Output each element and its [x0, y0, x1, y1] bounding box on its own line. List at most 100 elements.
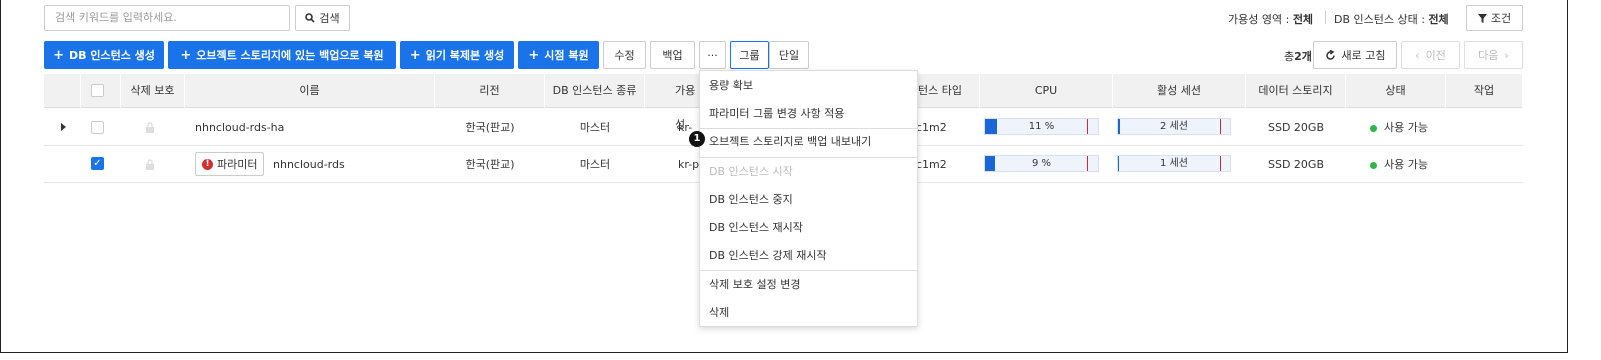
cpu-meter: 11 % [984, 118, 1099, 135]
th-delete-protect[interactable]: 삭제 보호 [121, 74, 185, 108]
create-db-instance-label: DB 인스턴스 생성 [69, 49, 155, 62]
refresh-button[interactable]: 새로 고침 [1313, 41, 1397, 69]
more-actions-menu: 용량 확보 파라미터 그룹 변경 사항 적용 오브젝트 스토리지로 백업 내보내… [699, 70, 918, 327]
create-read-replica-label: 읽기 복제본 생성 [425, 49, 505, 62]
availability-filter-label: 가용성 영역 : [1228, 13, 1290, 26]
refresh-label: 새로 고침 [1341, 49, 1386, 62]
status-text: 사용 가능 [1384, 158, 1428, 171]
cpu-meter-label: 9 % [1031, 158, 1052, 169]
search-button[interactable]: 검색 [295, 5, 350, 31]
type-cell: 마스터 [579, 158, 611, 171]
th-availability-zone[interactable]: 가용성 [645, 74, 705, 131]
status-dot-icon [1370, 124, 1377, 132]
th-action: 작업 [1446, 74, 1523, 108]
select-all-checkbox[interactable] [91, 84, 104, 97]
plus-icon: + [528, 47, 540, 63]
backup-button-label: 백업 [662, 49, 683, 62]
edit-button-label: 수정 [614, 49, 635, 62]
view-group-label: 그룹 [739, 49, 760, 62]
th-region[interactable]: 리전 [435, 74, 545, 108]
plus-icon: + [53, 47, 64, 63]
sessions-meter: 1 세션 [1117, 155, 1231, 172]
search-button-label: 검색 [319, 12, 340, 25]
view-group-button[interactable]: 그룹 [730, 41, 769, 69]
search-input[interactable]: 검색 키워드를 입력하세요. [44, 5, 290, 31]
th-status[interactable]: 상태 [1346, 74, 1446, 108]
status-dot-icon [1370, 161, 1377, 169]
edit-button[interactable]: 수정 [603, 41, 646, 69]
az-cell: kr-p [678, 158, 700, 171]
view-single-label: 단일 [778, 49, 800, 62]
refresh-icon [1325, 49, 1335, 60]
plus-icon: + [180, 47, 192, 63]
th-select [81, 74, 121, 108]
condition-button-label: 조건 [1490, 12, 1512, 25]
sessions-meter: 2 세션 [1117, 118, 1231, 135]
warning-icon: ! [202, 158, 213, 170]
parameter-warning-tag[interactable]: ! 파라미터 [195, 152, 265, 176]
total-count-prefix: 총 [1284, 50, 1295, 63]
prev-page-label: 이전 [1425, 49, 1446, 62]
menu-item-force-restart-instance[interactable]: DB 인스턴스 강제 재시작 [700, 242, 917, 270]
type-cell: 마스터 [579, 121, 611, 134]
menu-item-secure-capacity[interactable]: 용량 확보 [700, 72, 917, 100]
backup-button[interactable]: 백업 [650, 41, 695, 69]
menu-item-export-backup[interactable]: 오브젝트 스토리지로 백업 내보내기 [700, 128, 917, 156]
next-page-button[interactable]: 다음 › [1464, 41, 1523, 69]
row-checkbox[interactable]: ✓ [91, 157, 104, 170]
th-expand [44, 74, 81, 108]
th-name[interactable]: 이름 [185, 74, 435, 108]
callout-badge: 1 [689, 131, 705, 147]
view-single-button[interactable]: 단일 [769, 41, 809, 69]
status-filter-label: DB 인스턴스 상태 : [1334, 13, 1425, 26]
status-text: 사용 가능 [1384, 121, 1428, 134]
flavor-cell: c1m2 [916, 121, 947, 134]
th-flavor[interactable]: 턴스 타입 [918, 74, 980, 108]
availability-filter[interactable]: 가용성 영역 : 전체 [1228, 11, 1313, 27]
sessions-meter-label: 1 세션 [1160, 158, 1188, 169]
menu-item-change-delete-protection[interactable]: 삭제 보호 설정 변경 [700, 271, 917, 299]
menu-item-stop-instance[interactable]: DB 인스턴스 중지 [700, 186, 917, 214]
th-active-sessions[interactable]: 활성 세션 [1113, 74, 1246, 108]
total-count: 총2개 [1284, 48, 1312, 64]
status-cell: 사용 가능 [1370, 109, 1428, 146]
status-cell: 사용 가능 [1370, 146, 1428, 183]
restore-from-object-storage-label: 오브젝트 스토리지에 있는 백업으로 복원 [196, 49, 384, 62]
status-filter[interactable]: DB 인스턴스 상태 : 전체 [1334, 11, 1449, 27]
more-actions-button[interactable]: ··· [699, 41, 726, 69]
sessions-meter-label: 2 세션 [1160, 121, 1188, 132]
create-read-replica-button[interactable]: + 읽기 복제본 생성 [400, 41, 514, 69]
filter-divider [1325, 11, 1326, 24]
cpu-meter: 9 % [984, 155, 1099, 172]
restore-from-object-storage-button[interactable]: + 오브젝트 스토리지에 있는 백업으로 복원 [168, 41, 396, 69]
flavor-cell: c1m2 [916, 158, 947, 171]
th-type[interactable]: DB 인스턴스 종류 [545, 74, 645, 108]
row-checkbox[interactable] [91, 121, 104, 134]
menu-item-restart-instance[interactable]: DB 인스턴스 재시작 [700, 214, 917, 242]
filter-icon [1477, 13, 1487, 23]
plus-icon: + [409, 47, 421, 63]
next-page-label: 다음 [1478, 49, 1499, 62]
total-count-value: 2개 [1294, 50, 1312, 63]
chevron-left-icon: ‹ [1415, 48, 1420, 62]
more-icon: ··· [707, 48, 718, 62]
chevron-right-icon: › [1504, 48, 1509, 62]
th-data-storage[interactable]: 데이터 스토리지 [1246, 74, 1346, 108]
expand-row-icon[interactable] [61, 123, 66, 131]
region-cell: 한국(판교) [465, 158, 515, 171]
instance-name[interactable]: nhncloud-rds-ha [195, 109, 284, 146]
condition-button[interactable]: 조건 [1466, 5, 1523, 31]
prev-page-button[interactable]: ‹ 이전 [1401, 41, 1460, 69]
instance-name[interactable]: nhncloud-rds [273, 146, 345, 183]
menu-item-start-instance[interactable]: DB 인스턴스 시작 [700, 158, 917, 186]
lock-icon [146, 122, 154, 133]
menu-item-apply-parameter-group[interactable]: 파라미터 그룹 변경 사항 적용 [700, 100, 917, 128]
th-cpu[interactable]: CPU [980, 74, 1113, 108]
region-cell: 한국(판교) [465, 121, 515, 134]
create-db-instance-button[interactable]: + DB 인스턴스 생성 [44, 41, 164, 69]
lock-icon [146, 159, 154, 170]
menu-item-delete[interactable]: 삭제 [700, 299, 917, 327]
point-in-time-restore-button[interactable]: + 시점 복원 [518, 41, 599, 69]
point-in-time-restore-label: 시점 복원 [544, 49, 589, 62]
availability-filter-value: 전체 [1292, 13, 1314, 26]
